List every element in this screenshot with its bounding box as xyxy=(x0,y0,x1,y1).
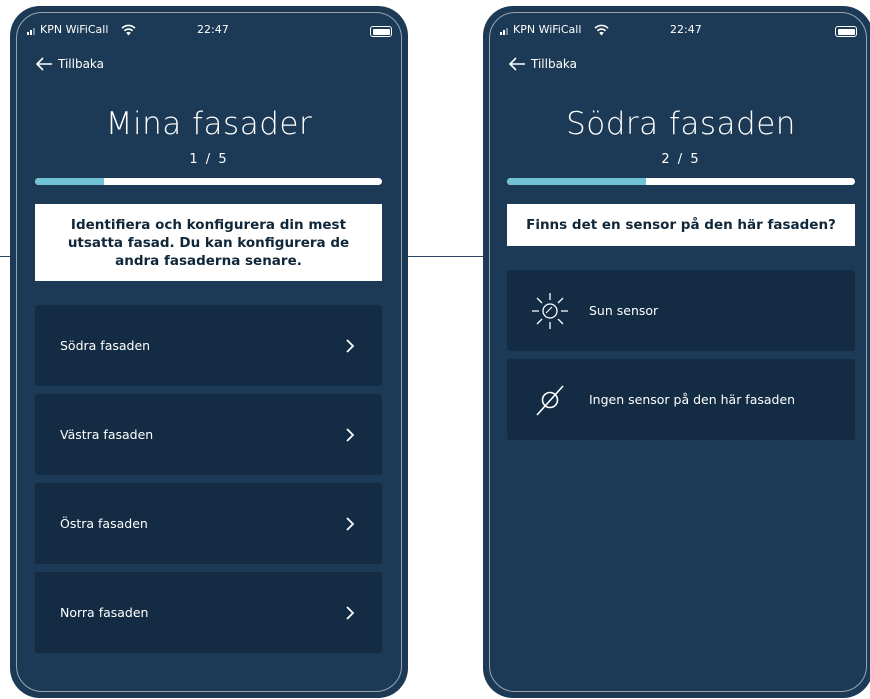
back-label: Tillbaka xyxy=(531,57,578,71)
option-label: Sun sensor xyxy=(589,303,659,318)
battery-icon xyxy=(835,26,857,37)
page-title: Södra fasaden xyxy=(566,106,796,142)
signal-icon xyxy=(27,27,37,35)
option-label: Ingen sensor på den här fasaden xyxy=(589,392,796,407)
option-label: Östra fasaden xyxy=(60,516,148,531)
back-button[interactable]: Tillbaka xyxy=(35,56,104,72)
status-bar: KPN WiFiCall 22:47 xyxy=(500,23,857,39)
sensor-option-sun-sensor[interactable]: Sun sensor xyxy=(507,270,855,351)
back-button[interactable]: Tillbaka xyxy=(508,56,577,72)
option-label: Västra fasaden xyxy=(60,427,154,442)
arrow-left-icon xyxy=(35,57,52,71)
facade-option-norra[interactable]: Norra fasaden xyxy=(35,572,382,653)
facade-option-ostra[interactable]: Östra fasaden xyxy=(35,483,382,564)
option-label: Norra fasaden xyxy=(60,605,149,620)
chevron-right-icon xyxy=(346,427,355,442)
progress-bar xyxy=(507,178,855,185)
sensor-option-no-sensor[interactable]: Ingen sensor på den här fasaden xyxy=(507,359,855,440)
chevron-right-icon xyxy=(346,605,355,620)
connector-line xyxy=(0,256,10,257)
phone-screen-sodra-fasaden: KPN WiFiCall 22:47 Tillbaka Södra fasade… xyxy=(483,6,870,698)
status-time: 22:47 xyxy=(670,23,702,36)
facade-option-vastra[interactable]: Västra fasaden xyxy=(35,394,382,475)
status-bar: KPN WiFiCall 22:47 xyxy=(27,23,392,39)
chevron-right-icon xyxy=(346,516,355,531)
facade-option-sodra[interactable]: Södra fasaden xyxy=(35,305,382,386)
instruction-text: Identifiera och konfigurera din mest uts… xyxy=(67,216,350,269)
progress-step-text: 2 / 5 xyxy=(661,152,701,167)
wifi-icon xyxy=(594,24,609,36)
progress-bar-fill xyxy=(35,178,105,185)
instruction-box: Finns det en sensor på den här fasaden? xyxy=(507,204,855,246)
progress-bar xyxy=(35,178,382,185)
back-label: Tillbaka xyxy=(58,57,105,71)
sun-sensor-icon xyxy=(532,292,568,329)
status-time: 22:47 xyxy=(197,23,229,36)
instruction-box: Identifiera och konfigurera din mest uts… xyxy=(35,204,382,281)
carrier-label: KPN WiFiCall xyxy=(40,23,109,36)
wifi-icon xyxy=(121,24,136,36)
arrow-left-icon xyxy=(508,57,525,71)
chevron-right-icon xyxy=(346,338,355,353)
progress-step-text: 1 / 5 xyxy=(189,152,229,167)
phone-screen-mina-fasader: KPN WiFiCall 22:47 Tillbaka Mina fasader… xyxy=(10,6,408,698)
battery-icon xyxy=(370,26,392,37)
page-title: Mina fasader xyxy=(105,106,313,142)
signal-icon xyxy=(500,27,510,35)
no-sensor-icon xyxy=(536,384,564,416)
instruction-text: Finns det en sensor på den här fasaden? xyxy=(526,217,836,233)
connector-line xyxy=(408,256,483,257)
option-label: Södra fasaden xyxy=(60,338,151,353)
carrier-label: KPN WiFiCall xyxy=(513,23,582,36)
progress-bar-fill xyxy=(507,178,647,185)
